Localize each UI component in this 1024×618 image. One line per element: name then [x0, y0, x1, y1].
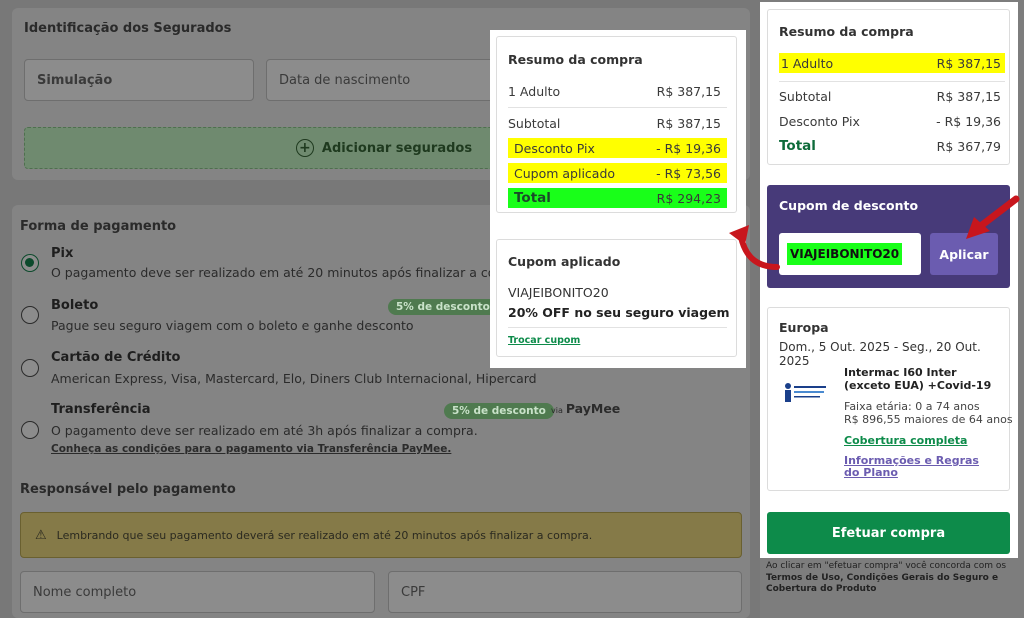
zoom-coupon-divider — [508, 327, 727, 328]
senior-price: R$ 896,55 maiores de 64 anos — [844, 413, 1013, 426]
destination: Europa — [779, 320, 829, 335]
sidebar-trip-card: Europa Dom., 5 Out. 2025 - Seg., 20 Out.… — [767, 307, 1013, 491]
zoom-row-pix-discount: Desconto Pix - R$ 19,36 — [508, 138, 727, 158]
zoom-summary-title: Resumo da compra — [508, 52, 643, 67]
zoom-divider — [508, 107, 727, 108]
terms-links[interactable]: Termos de Uso, Condições Gerais do Segur… — [766, 573, 998, 595]
cpf-input[interactable]: CPF — [388, 571, 742, 613]
coverage-link[interactable]: Cobertura completa — [844, 434, 967, 447]
sidebar-row-pix-discount: Desconto Pix - R$ 19,36 — [779, 113, 1001, 129]
transfer-radio[interactable] — [21, 421, 39, 439]
name-input[interactable]: Nome completo — [20, 571, 375, 613]
arrow-left-icon — [729, 225, 780, 270]
sidebar-summary-card: Resumo da compra 1 Adulto R$ 387,15 Subto… — [767, 9, 1010, 165]
sidebar-divider — [779, 81, 1005, 82]
zoom-row-subtotal: Subtotal R$ 387,15 — [508, 115, 721, 131]
rules-link[interactable]: Informações e Regras do Plano — [844, 455, 994, 479]
warning-text: Lembrando que seu pagamento deverá ser r… — [56, 528, 593, 542]
zoom-summary-panel: Resumo da compra 1 Adulto R$ 387,15 Subto… — [490, 30, 746, 368]
boleto-title: Boleto — [51, 298, 99, 313]
coupon-applied-code: VIAJEIBONITO20 — [508, 285, 609, 300]
coupon-applied-title: Cupom aplicado — [508, 254, 621, 269]
boleto-discount-badge: 5% de desconto — [388, 299, 498, 315]
simulation-field[interactable]: Simulação — [24, 59, 254, 101]
credit-card-title: Cartão de Crédito — [51, 350, 181, 365]
sidebar-row-subtotal: Subtotal R$ 387,15 — [779, 88, 1001, 104]
transfer-discount-badge: 5% de desconto — [444, 403, 554, 419]
boleto-radio[interactable] — [21, 306, 39, 324]
zoom-row-coupon: Cupom aplicado - R$ 73,56 — [508, 163, 727, 183]
warning-icon: ⚠ — [35, 527, 47, 543]
sidebar-row-adult: 1 Adulto R$ 387,15 — [779, 53, 1005, 73]
coupon-code-value: VIAJEIBONITO20 — [787, 243, 903, 265]
credit-card-desc: American Express, Visa, Mastercard, Elo,… — [51, 371, 537, 386]
payment-section-title: Forma de pagamento — [20, 219, 177, 234]
pix-title: Pix — [51, 246, 74, 261]
zoom-summary-card: Resumo da compra 1 Adulto R$ 387,15 Subto… — [496, 36, 737, 213]
pix-radio[interactable] — [21, 254, 39, 272]
transfer-desc: O pagamento deve ser realizado em até 3h… — [51, 423, 478, 438]
boleto-desc: Pague seu seguro viagem com o boleto e g… — [51, 318, 414, 333]
plus-circle-icon: + — [295, 139, 314, 157]
transfer-title: Transferência — [51, 402, 151, 417]
trip-dates: Dom., 5 Out. 2025 - Seg., 20 Out. 2025 — [779, 340, 981, 368]
coupon-title: Cupom de desconto — [779, 198, 919, 213]
payer-section-title: Responsável pelo pagamento — [20, 482, 236, 497]
sidebar-summary-title: Resumo da compra — [779, 24, 914, 39]
zoom-row-adult: 1 Adulto R$ 387,15 — [508, 83, 721, 99]
terms-text: Ao clicar em "efetuar compra" você conco… — [766, 561, 1007, 595]
coupon-applied-desc: 20% OFF no seu seguro viagem — [508, 305, 730, 320]
paymee-conditions-link[interactable]: Conheça as condições para o pagamento vi… — [51, 443, 451, 455]
coupon-input[interactable]: VIAJEIBONITO20 — [779, 233, 921, 275]
zoom-row-total: Total R$ 294,23 — [508, 188, 727, 208]
add-insured-label: Adicionar segurados — [321, 140, 473, 156]
intermac-logo — [782, 380, 828, 406]
plan-name: Intermac I60 Inter (exceto EUA) +Covid-1… — [844, 366, 992, 392]
payment-warning: ⚠ Lembrando que seu pagamento deverá ser… — [20, 512, 742, 558]
insured-section-title: Identificação dos Segurados — [24, 21, 232, 36]
credit-card-radio[interactable] — [21, 359, 39, 377]
change-coupon-link[interactable]: Trocar cupom — [508, 335, 580, 346]
pix-desc: O pagamento deve ser realizado em até 20… — [51, 265, 533, 280]
zoom-coupon-card: Cupom aplicado VIAJEIBONITO20 20% OFF no… — [496, 239, 737, 357]
arrow-down-icon — [966, 195, 1020, 239]
birthdate-input[interactable]: Data de nascimento — [266, 59, 496, 101]
age-range: Faixa etária: 0 a 74 anos — [844, 400, 980, 413]
sidebar-row-total: Total R$ 367,79 — [779, 138, 1001, 154]
buy-button[interactable]: Efetuar compra — [767, 512, 1010, 554]
paymee-logo: via PayMee — [551, 401, 621, 416]
